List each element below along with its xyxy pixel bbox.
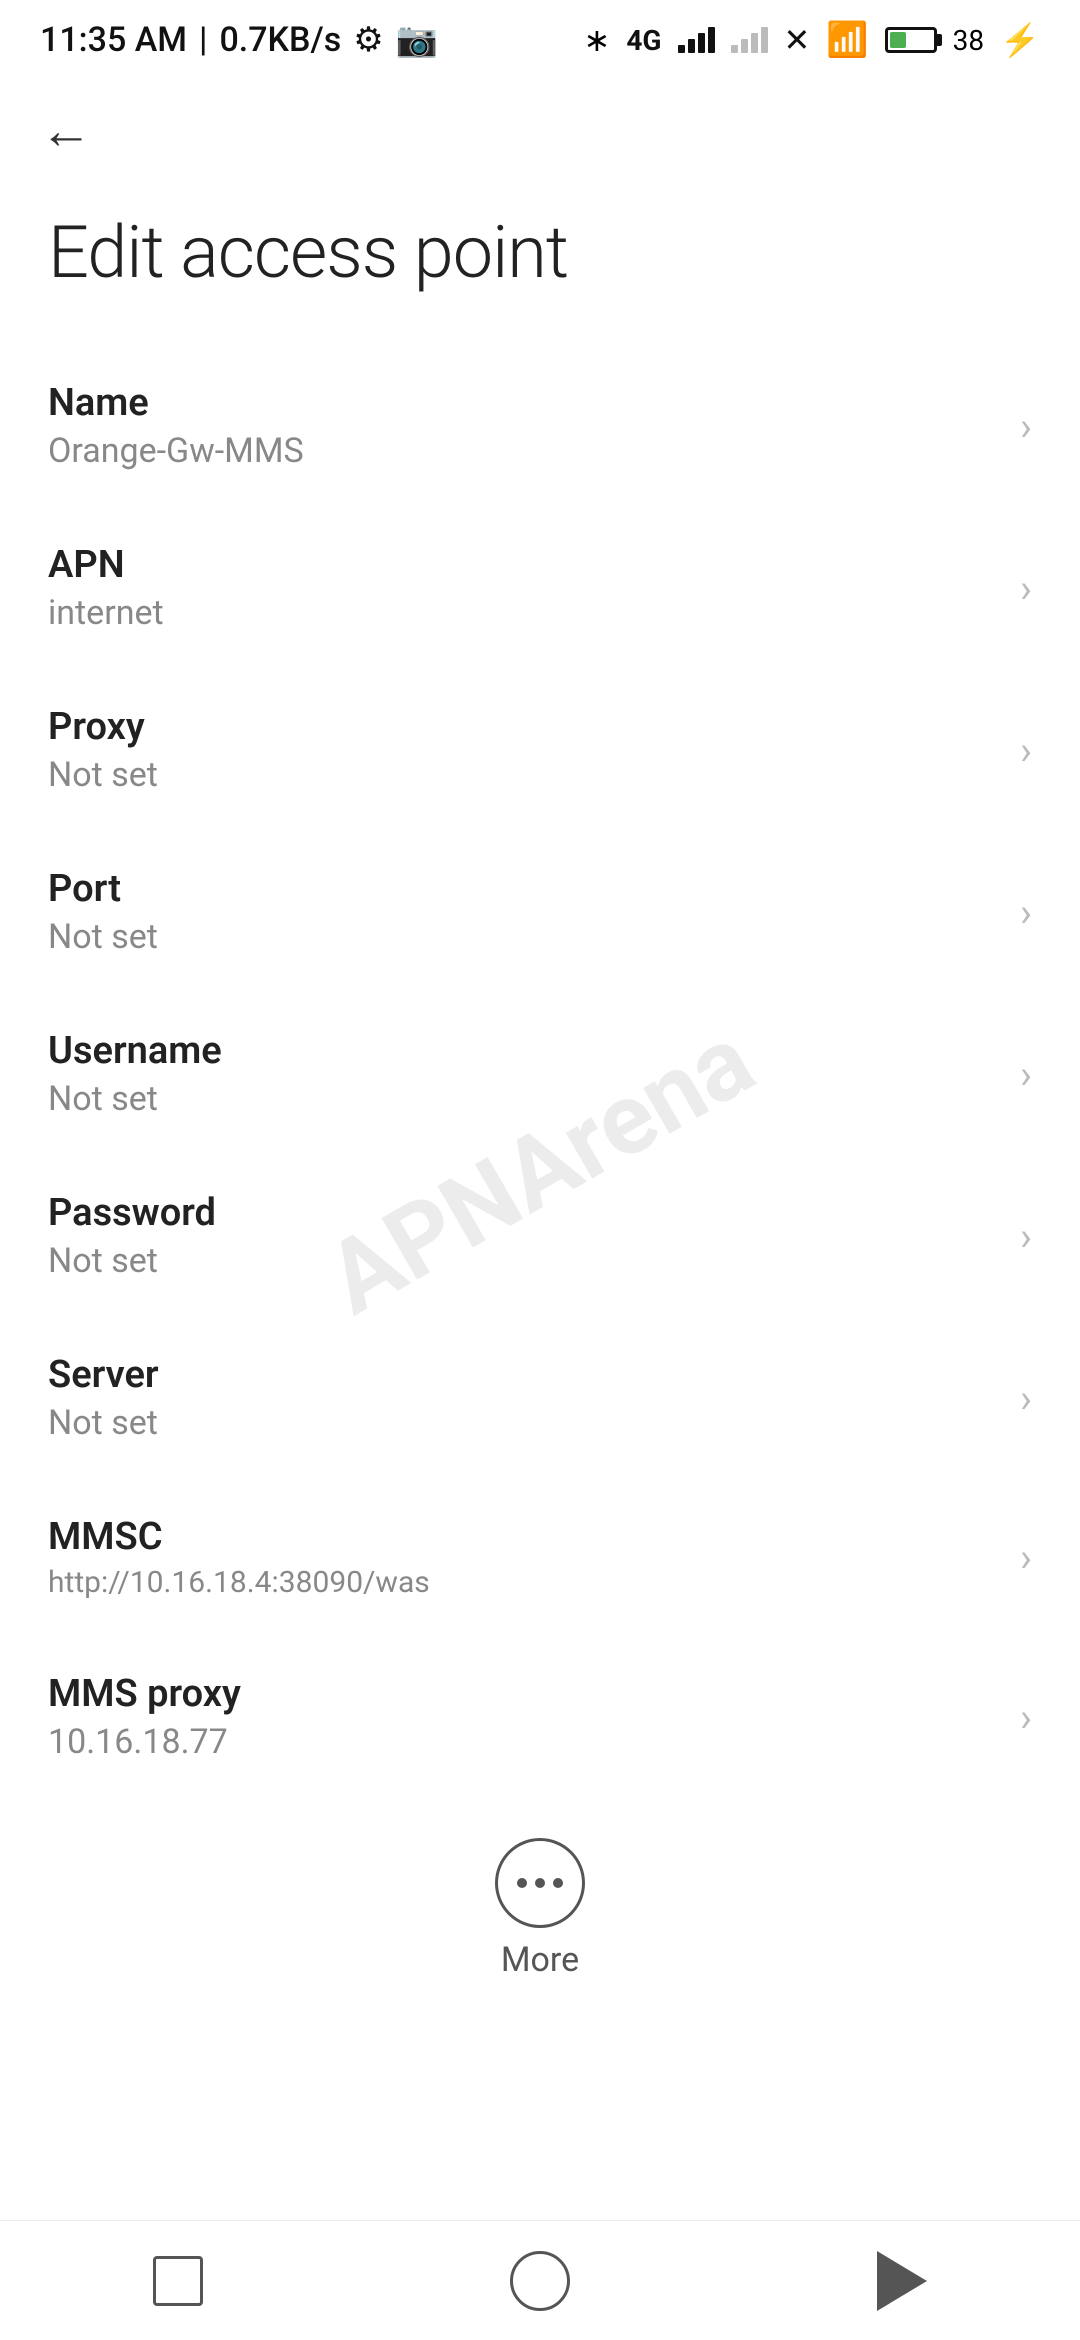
battery-percent: 38 bbox=[953, 24, 984, 57]
apn-setting[interactable]: APN internet › bbox=[0, 507, 1080, 669]
password-setting[interactable]: Password Not set › bbox=[0, 1155, 1080, 1317]
recent-apps-icon bbox=[153, 2256, 203, 2306]
username-chevron-icon: › bbox=[1020, 1051, 1032, 1098]
password-chevron-icon: › bbox=[1020, 1213, 1032, 1260]
proxy-label: Proxy bbox=[48, 705, 1000, 749]
username-setting[interactable]: Username Not set › bbox=[0, 993, 1080, 1155]
signal-bars-1 bbox=[678, 27, 715, 53]
username-content: Username Not set bbox=[48, 1029, 1000, 1119]
separator: | bbox=[199, 20, 207, 60]
username-value: Not set bbox=[48, 1079, 1000, 1119]
name-value: Orange-Gw-MMS bbox=[48, 431, 1000, 471]
status-left: 11:35 AM | 0.7KB/s ⚙ 📷 bbox=[40, 20, 438, 60]
top-navigation: ← bbox=[0, 80, 1080, 180]
apn-chevron-icon: › bbox=[1020, 565, 1032, 612]
name-label: Name bbox=[48, 381, 1000, 425]
home-button[interactable] bbox=[510, 2251, 570, 2311]
status-bar: 11:35 AM | 0.7KB/s ⚙ 📷 ∗ 4G ✕ 📶 38 ⚡ bbox=[0, 0, 1080, 80]
mmsc-label: MMSC bbox=[48, 1515, 1000, 1559]
server-label: Server bbox=[48, 1353, 1000, 1397]
proxy-value: Not set bbox=[48, 755, 1000, 795]
mmsc-content: MMSC http://10.16.18.4:38090/was bbox=[48, 1515, 1000, 1600]
mms-proxy-label: MMS proxy bbox=[48, 1672, 1000, 1716]
no-signal-icon: ✕ bbox=[784, 21, 811, 59]
back-button[interactable]: ← bbox=[40, 100, 92, 161]
time-display: 11:35 AM bbox=[40, 20, 187, 60]
back-nav-button[interactable] bbox=[877, 2251, 927, 2311]
bolt-icon: ⚡ bbox=[1000, 21, 1040, 59]
password-label: Password bbox=[48, 1191, 1000, 1235]
password-content: Password Not set bbox=[48, 1191, 1000, 1281]
apn-label: APN bbox=[48, 543, 1000, 587]
apn-content: APN internet bbox=[48, 543, 1000, 633]
port-content: Port Not set bbox=[48, 867, 1000, 957]
bluetooth-icon: ∗ bbox=[584, 21, 611, 59]
speed-display: 0.7KB/s bbox=[219, 20, 341, 60]
port-setting[interactable]: Port Not set › bbox=[0, 831, 1080, 993]
server-chevron-icon: › bbox=[1020, 1375, 1032, 1422]
apn-value: internet bbox=[48, 593, 1000, 633]
home-icon bbox=[510, 2251, 570, 2311]
recent-apps-button[interactable] bbox=[153, 2256, 203, 2306]
settings-icon: ⚙ bbox=[353, 20, 383, 60]
camera-icon: 📷 bbox=[396, 20, 438, 60]
signal-4g-icon: 4G bbox=[626, 24, 661, 57]
server-setting[interactable]: Server Not set › bbox=[0, 1317, 1080, 1479]
name-content: Name Orange-Gw-MMS bbox=[48, 381, 1000, 471]
bottom-navigation bbox=[0, 2220, 1080, 2340]
server-value: Not set bbox=[48, 1403, 1000, 1443]
more-dots-icon bbox=[517, 1878, 563, 1888]
port-value: Not set bbox=[48, 917, 1000, 957]
mmsc-setting[interactable]: MMSC http://10.16.18.4:38090/was › bbox=[0, 1479, 1080, 1636]
more-section: More bbox=[0, 1798, 1080, 2010]
status-right: ∗ 4G ✕ 📶 38 ⚡ bbox=[584, 20, 1040, 60]
name-setting[interactable]: Name Orange-Gw-MMS › bbox=[0, 345, 1080, 507]
mms-proxy-content: MMS proxy 10.16.18.77 bbox=[48, 1672, 1000, 1762]
proxy-chevron-icon: › bbox=[1020, 727, 1032, 774]
signal-bars-2 bbox=[731, 27, 768, 53]
back-icon bbox=[877, 2251, 927, 2311]
more-button[interactable] bbox=[495, 1838, 585, 1928]
wifi-icon: 📶 bbox=[826, 20, 868, 60]
more-label: More bbox=[501, 1940, 579, 1980]
mmsc-value: http://10.16.18.4:38090/was bbox=[48, 1565, 1000, 1600]
mmsc-chevron-icon: › bbox=[1020, 1534, 1032, 1581]
mms-proxy-chevron-icon: › bbox=[1020, 1694, 1032, 1741]
username-label: Username bbox=[48, 1029, 1000, 1073]
mms-proxy-setting[interactable]: MMS proxy 10.16.18.77 › bbox=[0, 1636, 1080, 1798]
settings-list: Name Orange-Gw-MMS › APN internet › Prox… bbox=[0, 345, 1080, 1798]
battery-indicator bbox=[885, 27, 937, 53]
server-content: Server Not set bbox=[48, 1353, 1000, 1443]
port-label: Port bbox=[48, 867, 1000, 911]
name-chevron-icon: › bbox=[1020, 403, 1032, 450]
mms-proxy-value: 10.16.18.77 bbox=[48, 1722, 1000, 1762]
port-chevron-icon: › bbox=[1020, 889, 1032, 936]
proxy-setting[interactable]: Proxy Not set › bbox=[0, 669, 1080, 831]
page-title: Edit access point bbox=[0, 180, 1080, 345]
proxy-content: Proxy Not set bbox=[48, 705, 1000, 795]
password-value: Not set bbox=[48, 1241, 1000, 1281]
